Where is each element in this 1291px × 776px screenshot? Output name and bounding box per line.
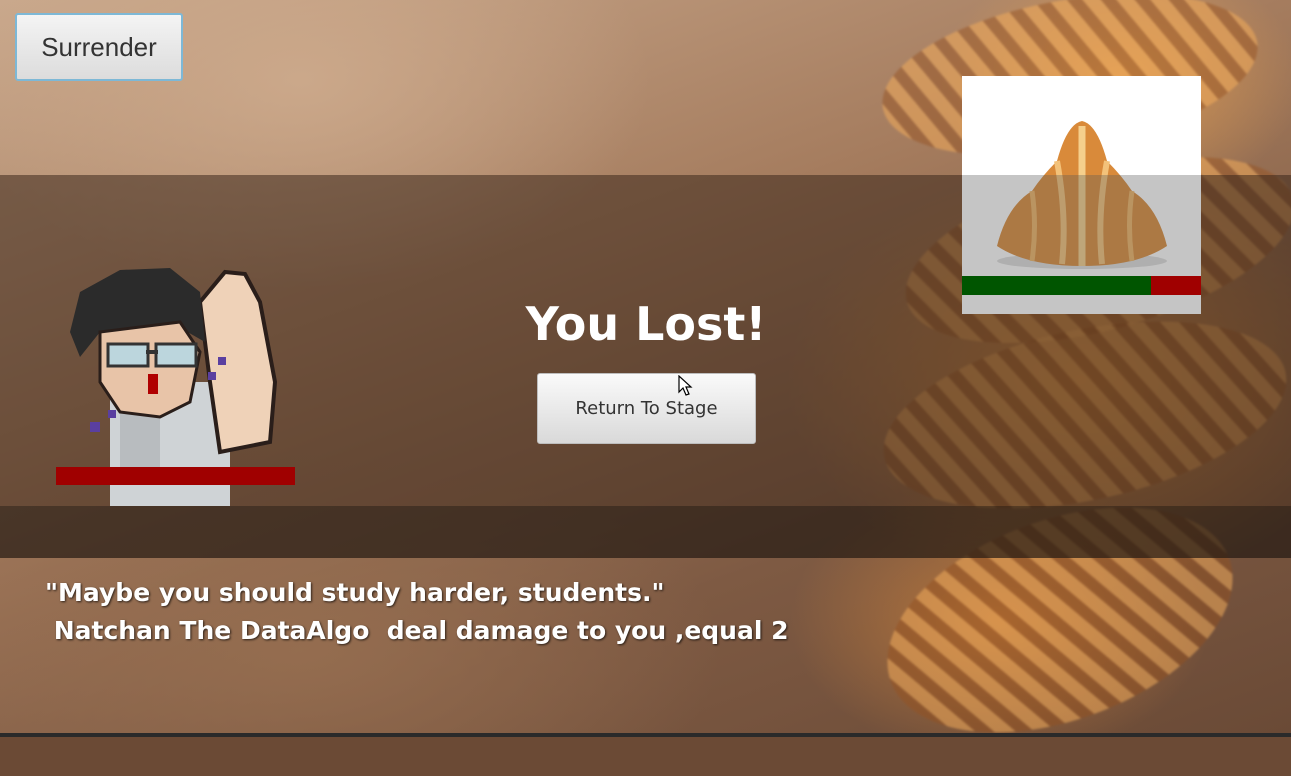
dialog-divider-band	[0, 506, 1291, 558]
dialog-box: "Maybe you should study harder, students…	[45, 574, 789, 650]
return-to-stage-button[interactable]: Return To Stage	[537, 373, 756, 444]
surrender-button[interactable]: Surrender	[15, 13, 183, 81]
enemy-health-fill	[962, 276, 1151, 295]
result-title: You Lost!	[525, 297, 767, 351]
dialog-damage-line: Natchan The DataAlgo deal damage to you …	[45, 616, 789, 645]
enemy-portrait	[962, 76, 1201, 314]
player-health-bar	[56, 467, 295, 485]
dialog-quote: "Maybe you should study harder, students…	[45, 578, 665, 607]
enemy-health-bar	[962, 276, 1201, 295]
mouse-cursor-icon	[678, 375, 693, 396]
taskbar-strip	[0, 733, 1291, 737]
